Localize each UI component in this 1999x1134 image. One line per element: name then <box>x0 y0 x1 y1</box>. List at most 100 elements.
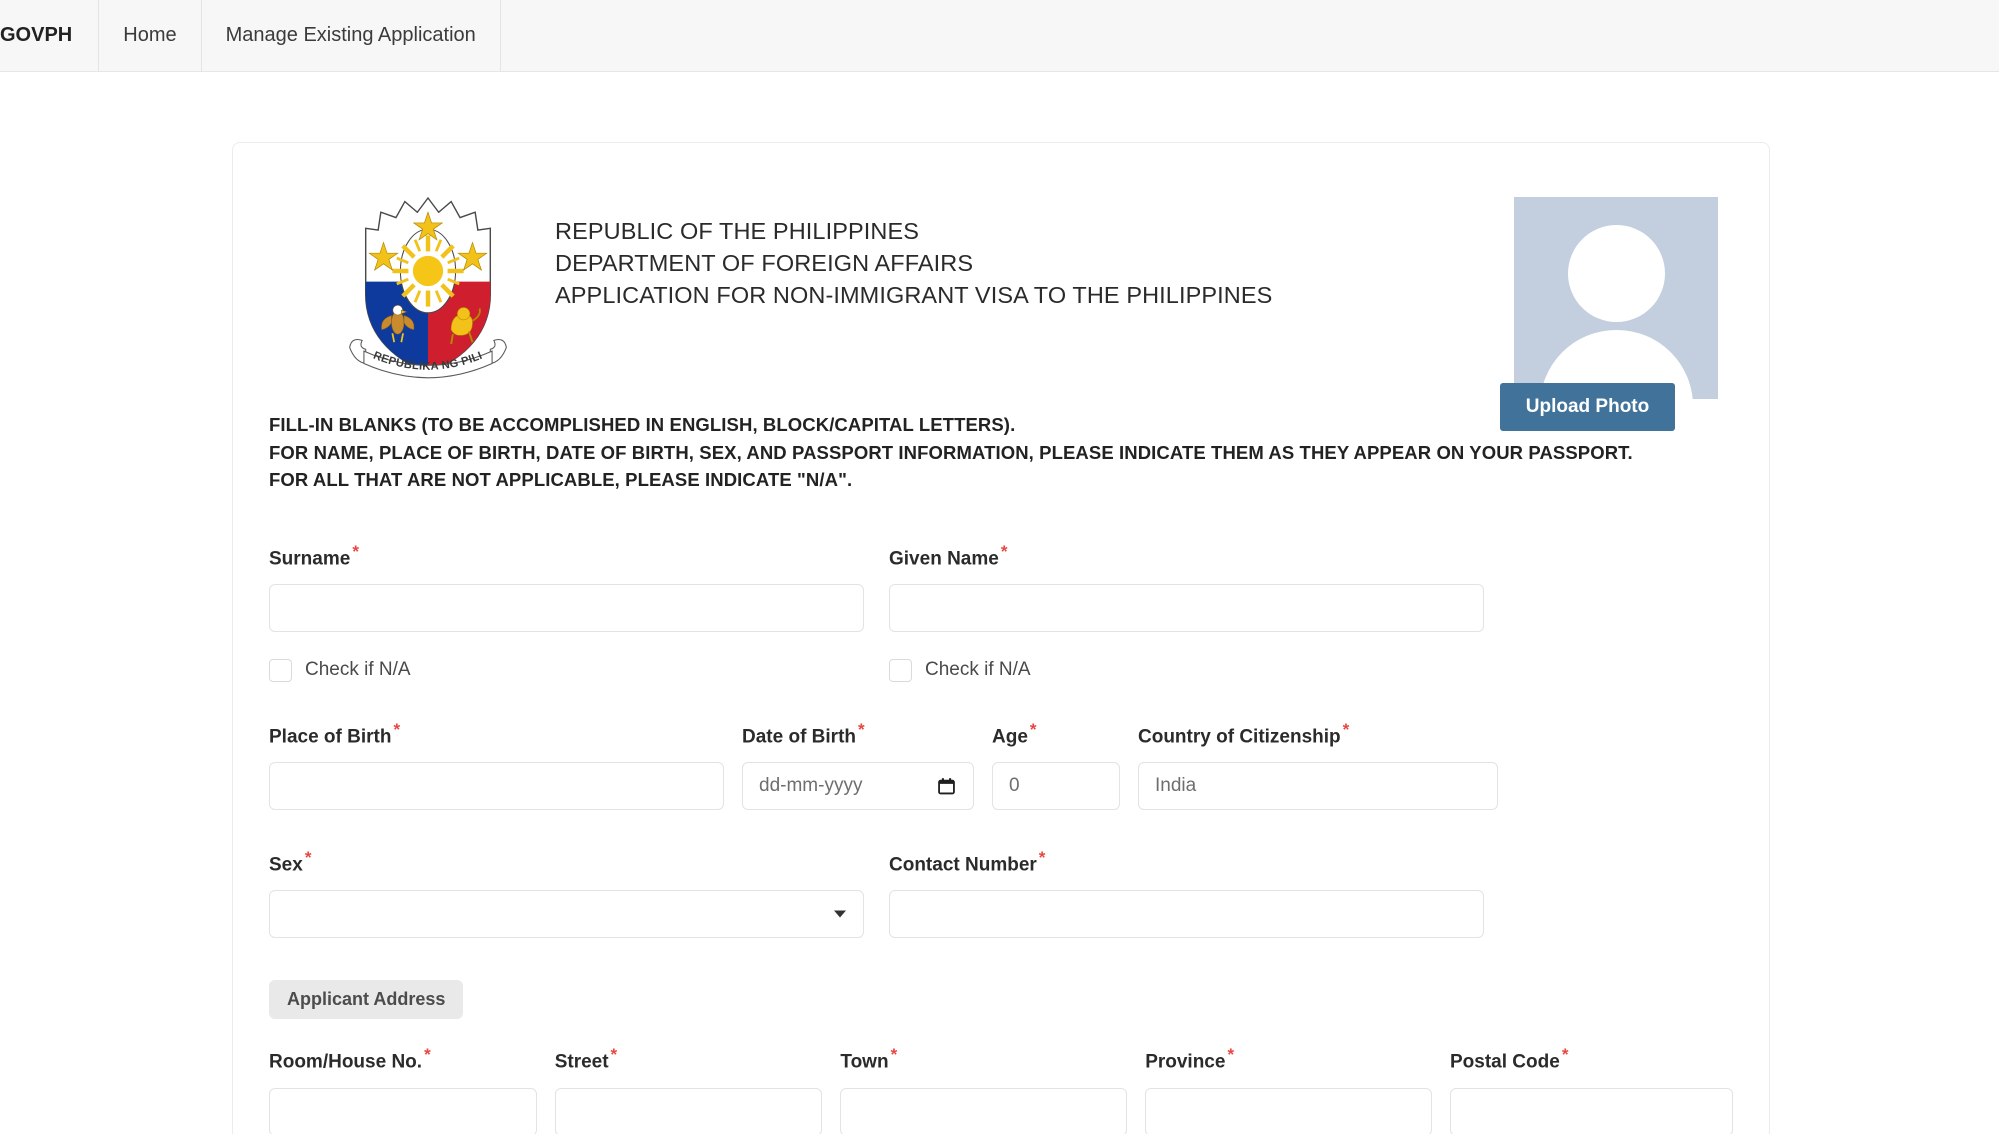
sex-required-marker: * <box>304 848 312 868</box>
philippines-coat-of-arms-icon: REPUBLIKA NG PILIPINAS <box>335 180 517 390</box>
page-content: REPUBLIKA NG PILIPINAS REPUBLIC OF THE P… <box>0 72 1999 1134</box>
age-input[interactable] <box>992 762 1120 811</box>
given-name-field-group: Given Name * Check if N/A <box>889 542 1484 682</box>
street-required-marker: * <box>610 1045 618 1065</box>
nav-item-manage-existing-application[interactable]: Manage Existing Application <box>202 0 501 71</box>
province-input[interactable] <box>1145 1087 1432 1134</box>
applicant-photo-block: Upload Photo <box>1500 197 1718 431</box>
sex-label: Sex * <box>269 848 864 876</box>
nav-item-home[interactable]: Home <box>99 0 202 71</box>
card-header: REPUBLIKA NG PILIPINAS REPUBLIC OF THE P… <box>269 179 1733 431</box>
surname-na-checkbox-row: Check if N/A <box>269 658 864 682</box>
surname-field-group: Surname * Check if N/A <box>269 542 864 682</box>
place-of-birth-label: Place of Birth * <box>269 720 724 748</box>
title-line-republic: REPUBLIC OF THE PHILIPPINES <box>555 218 920 244</box>
contact-number-label: Contact Number * <box>889 848 1484 876</box>
town-label: Town * <box>840 1045 1127 1073</box>
street-label: Street * <box>555 1045 823 1073</box>
avatar-head-shape <box>1567 225 1665 322</box>
street-label-text: Street <box>554 1051 609 1073</box>
upload-photo-button-label: Upload Photo <box>1525 396 1650 417</box>
contact-number-input[interactable] <box>889 890 1484 939</box>
sex-select[interactable] <box>269 890 864 939</box>
application-form: Surname * Check if N/A Given Name * Chec… <box>269 542 1733 1134</box>
date-of-birth-input[interactable] <box>742 762 974 811</box>
room-house-no-label: Room/House No. * <box>269 1045 537 1073</box>
postal-code-input[interactable] <box>1450 1087 1733 1134</box>
nav-item-manage-existing-application-label: Manage Existing Application <box>225 24 476 46</box>
surname-label-text: Surname <box>269 547 351 569</box>
postal-code-required-marker: * <box>1561 1045 1569 1065</box>
birth-details-row: Place of Birth * Date of Birth * dd-mm-y… <box>269 720 1733 811</box>
given-name-required-marker: * <box>1000 541 1008 561</box>
date-of-birth-label: Date of Birth * <box>742 720 974 748</box>
country-of-citizenship-input[interactable] <box>1138 762 1498 811</box>
room-house-no-field-group: Room/House No. * <box>269 1045 537 1134</box>
room-house-no-label-text: Room/House No. <box>269 1051 423 1073</box>
town-required-marker: * <box>890 1045 898 1065</box>
place-of-birth-label-text: Place of Birth <box>269 726 392 748</box>
date-of-birth-required-marker: * <box>858 719 865 739</box>
title-line-department: DEPARTMENT OF FOREIGN AFFAIRS <box>555 250 974 276</box>
instruction-line-2: FOR NAME, PLACE OF BIRTH, DATE OF BIRTH,… <box>269 441 1633 463</box>
applicant-address-row: Room/House No. * Street * Town * Provinc… <box>269 1045 1733 1134</box>
contact-number-field-group: Contact Number * <box>889 848 1484 939</box>
place-of-birth-required-marker: * <box>393 719 401 739</box>
applicant-address-section-label: Applicant Address <box>287 989 446 1010</box>
room-house-no-input[interactable] <box>269 1087 537 1134</box>
age-required-marker: * <box>1029 719 1037 739</box>
country-of-citizenship-field-group: Country of Citizenship * <box>1138 720 1498 811</box>
province-required-marker: * <box>1227 1045 1235 1065</box>
applicant-address-section-header[interactable]: Applicant Address <box>269 980 464 1020</box>
place-of-birth-field-group: Place of Birth * <box>269 720 724 811</box>
place-of-birth-input[interactable] <box>269 762 724 811</box>
surname-input[interactable] <box>269 583 864 632</box>
age-label-text: Age <box>992 726 1028 748</box>
upload-photo-button[interactable]: Upload Photo <box>1500 383 1675 431</box>
avatar-placeholder-icon <box>1514 197 1718 399</box>
sex-label-text: Sex <box>269 854 303 876</box>
given-name-na-checkbox-label: Check if N/A <box>925 659 1031 681</box>
surname-label: Surname * <box>269 542 864 570</box>
postal-code-field-group: Postal Code * <box>1450 1045 1733 1134</box>
nav-item-home-label: Home <box>123 24 177 46</box>
nav-brand-govph[interactable]: GOVPH <box>0 0 100 71</box>
given-name-na-checkbox-row: Check if N/A <box>889 658 1484 682</box>
country-of-citizenship-required-marker: * <box>1342 719 1350 739</box>
province-field-group: Province * <box>1145 1045 1432 1134</box>
sex-contact-row: Sex * Contact Number * <box>269 848 1733 939</box>
sex-select-wrapper <box>269 890 864 939</box>
date-of-birth-label-text: Date of Birth <box>742 726 856 748</box>
title-line-application: APPLICATION FOR NON-IMMIGRANT VISA TO TH… <box>555 282 1273 308</box>
given-name-label: Given Name * <box>889 542 1484 570</box>
contact-number-label-text: Contact Number <box>889 854 1037 876</box>
country-of-citizenship-label-text: Country of Citizenship <box>1138 726 1341 748</box>
visa-application-card: REPUBLIKA NG PILIPINAS REPUBLIC OF THE P… <box>232 142 1770 1134</box>
age-field-group: Age * <box>992 720 1120 811</box>
given-name-label-text: Given Name <box>889 547 999 569</box>
top-navigation-bar: GOVPH Home Manage Existing Application <box>0 0 1999 72</box>
date-of-birth-field-group: Date of Birth * <box>742 720 974 811</box>
sex-field-group: Sex * <box>269 848 864 939</box>
agency-title-block: REPUBLIC OF THE PHILIPPINES DEPARTMENT O… <box>555 215 1272 311</box>
given-name-na-checkbox[interactable] <box>889 658 912 682</box>
province-label: Province * <box>1145 1045 1432 1073</box>
town-label-text: Town <box>840 1051 889 1073</box>
contact-number-required-marker: * <box>1038 848 1046 868</box>
province-label-text: Province <box>1145 1051 1226 1073</box>
age-label: Age * <box>992 720 1120 748</box>
postal-code-label: Postal Code * <box>1450 1045 1733 1073</box>
nav-brand-label: GOVPH <box>0 24 73 46</box>
name-row: Surname * Check if N/A Given Name * Chec… <box>269 542 1733 682</box>
surname-required-marker: * <box>352 541 359 561</box>
surname-na-checkbox[interactable] <box>269 658 292 682</box>
town-input[interactable] <box>840 1087 1128 1134</box>
town-field-group: Town * <box>840 1045 1128 1134</box>
postal-code-label-text: Postal Code <box>1450 1051 1560 1073</box>
room-house-no-required-marker: * <box>424 1045 431 1065</box>
instruction-line-3: FOR ALL THAT ARE NOT APPLICABLE, PLEASE … <box>269 469 853 490</box>
street-input[interactable] <box>554 1087 823 1134</box>
country-of-citizenship-label: Country of Citizenship * <box>1138 720 1498 748</box>
given-name-input[interactable] <box>889 583 1484 632</box>
street-field-group: Street * <box>554 1045 823 1134</box>
